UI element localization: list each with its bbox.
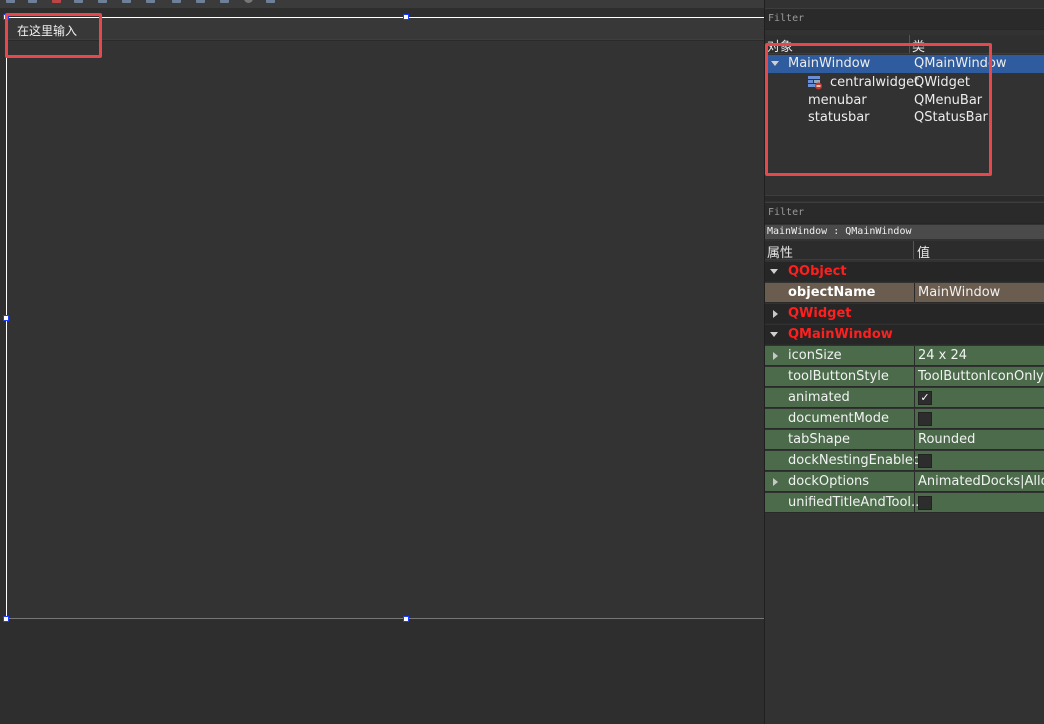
column-divider — [914, 451, 915, 470]
prop-name: documentMode — [788, 411, 890, 426]
toolbar-icon[interactable] — [244, 0, 253, 3]
toolbar-icon[interactable] — [28, 0, 37, 3]
form-menubar[interactable]: 在这里输入 — [7, 18, 764, 40]
prop-value[interactable]: ToolButtonIconOnly — [918, 369, 1044, 384]
toolbar-icon[interactable] — [196, 0, 205, 3]
prop-value[interactable]: AnimatedDocks|AllowT — [918, 474, 1044, 489]
column-divider — [914, 430, 915, 449]
column-divider[interactable] — [913, 241, 914, 259]
design-canvas[interactable]: 在这里输入 — [0, 8, 764, 724]
object-row-statusbar[interactable]: statusbar QStatusBar — [765, 109, 1044, 127]
prop-group-label: QObject — [788, 264, 847, 279]
toolbar-icon[interactable] — [122, 0, 131, 3]
object-name: menubar — [808, 93, 867, 108]
toolbar-icon[interactable] — [98, 0, 107, 3]
header-object[interactable]: 对象 — [767, 36, 793, 55]
prop-name: dockOptions — [788, 474, 870, 489]
toolbar-icon[interactable] — [172, 0, 181, 3]
layout-broken-icon — [808, 76, 822, 90]
resize-handle[interactable] — [403, 616, 409, 622]
object-class: QMainWindow — [914, 56, 1007, 71]
object-row-centralwidget[interactable]: centralwidget QWidget — [765, 74, 1044, 92]
right-dock-panel: Filter 对象 类 MainWindow QMainWindow centr… — [764, 0, 1044, 724]
toolbar-icon[interactable] — [146, 0, 155, 3]
prop-group-label: QMainWindow — [788, 327, 893, 342]
expand-arrow-icon[interactable] — [773, 478, 778, 486]
main-window-form[interactable]: 在这里输入 — [6, 17, 764, 619]
column-divider — [914, 346, 915, 365]
column-divider[interactable] — [909, 35, 910, 53]
prop-row-animated[interactable]: animated ✓ — [765, 388, 1044, 408]
property-filter-input[interactable]: Filter — [765, 202, 1044, 224]
prop-row-unifiedtitleandtoolbar[interactable]: unifiedTitleAndTool... — [765, 493, 1044, 513]
object-name: statusbar — [808, 110, 870, 125]
prop-name: dockNestingEnabled — [788, 453, 922, 468]
prop-name: toolButtonStyle — [788, 369, 889, 384]
checkbox-checked[interactable]: ✓ — [918, 391, 932, 405]
toolbar — [0, 0, 764, 8]
prop-value[interactable]: MainWindow — [918, 285, 1000, 300]
column-divider — [914, 472, 915, 491]
dock-splitter[interactable] — [765, 195, 1044, 201]
column-divider — [914, 388, 915, 407]
expand-arrow-icon[interactable] — [771, 61, 779, 66]
object-inspector-header: 对象 类 — [765, 35, 1044, 55]
menubar-type-here[interactable]: 在这里输入 — [17, 22, 77, 39]
resize-handle[interactable] — [3, 14, 9, 20]
prop-group-qmainwindow[interactable]: QMainWindow — [765, 325, 1044, 345]
column-divider — [914, 409, 915, 428]
prop-value[interactable]: 24 x 24 — [918, 348, 967, 363]
toolbar-icon[interactable] — [6, 0, 15, 3]
prop-name: unifiedTitleAndTool... — [788, 495, 924, 510]
prop-name: iconSize — [788, 348, 842, 363]
property-editor-header: 属性 值 — [765, 241, 1044, 261]
prop-group-qobject[interactable]: QObject — [765, 262, 1044, 282]
object-class: QWidget — [914, 75, 971, 90]
resize-handle[interactable] — [3, 315, 9, 321]
resize-handle[interactable] — [403, 14, 409, 20]
checkbox-unchecked[interactable] — [918, 496, 932, 510]
prop-group-qwidget[interactable]: QWidget — [765, 304, 1044, 324]
toolbar-icon[interactable] — [220, 0, 229, 3]
object-row-mainwindow[interactable]: MainWindow QMainWindow — [765, 55, 1044, 73]
prop-row-dockoptions[interactable]: dockOptions AnimatedDocks|AllowT — [765, 472, 1044, 492]
prop-row-documentmode[interactable]: documentMode — [765, 409, 1044, 429]
object-name: MainWindow — [788, 56, 871, 71]
resize-handle[interactable] — [3, 616, 9, 622]
header-property[interactable]: 属性 — [767, 242, 793, 261]
prop-row-objectname[interactable]: objectName MainWindow — [765, 283, 1044, 303]
checkbox-unchecked[interactable] — [918, 454, 932, 468]
prop-row-tabshape[interactable]: tabShape Rounded — [765, 430, 1044, 450]
expand-arrow-icon[interactable] — [773, 310, 778, 318]
object-name: centralwidget — [830, 75, 920, 90]
object-class: QStatusBar — [914, 110, 988, 125]
prop-name: tabShape — [788, 432, 851, 447]
prop-row-docknestingenabled[interactable]: dockNestingEnabled — [765, 451, 1044, 471]
checkbox-unchecked[interactable] — [918, 412, 932, 426]
prop-value[interactable]: Rounded — [918, 432, 975, 447]
object-class: QMenuBar — [914, 93, 983, 108]
object-filter-input[interactable]: Filter — [765, 8, 1044, 30]
prop-name: objectName — [788, 285, 876, 300]
toolbar-icon[interactable] — [266, 0, 275, 3]
object-row-menubar[interactable]: menubar QMenuBar — [765, 92, 1044, 110]
expand-arrow-icon[interactable] — [773, 352, 778, 360]
expand-arrow-icon[interactable] — [770, 332, 778, 337]
prop-name: animated — [788, 390, 850, 405]
toolbar-icon[interactable] — [52, 0, 61, 3]
prop-row-toolbuttonstyle[interactable]: toolButtonStyle ToolButtonIconOnly — [765, 367, 1044, 387]
form-divider — [7, 40, 764, 41]
prop-row-iconsize[interactable]: iconSize 24 x 24 — [765, 346, 1044, 366]
property-class-label: MainWindow : QMainWindow — [765, 225, 1044, 239]
column-divider — [914, 493, 915, 512]
toolbar-icon[interactable] — [74, 0, 83, 3]
prop-group-label: QWidget — [788, 306, 852, 321]
header-value[interactable]: 值 — [917, 242, 930, 261]
column-divider — [914, 367, 915, 386]
column-divider — [914, 283, 915, 302]
header-class[interactable]: 类 — [912, 36, 925, 55]
expand-arrow-icon[interactable] — [770, 269, 778, 274]
